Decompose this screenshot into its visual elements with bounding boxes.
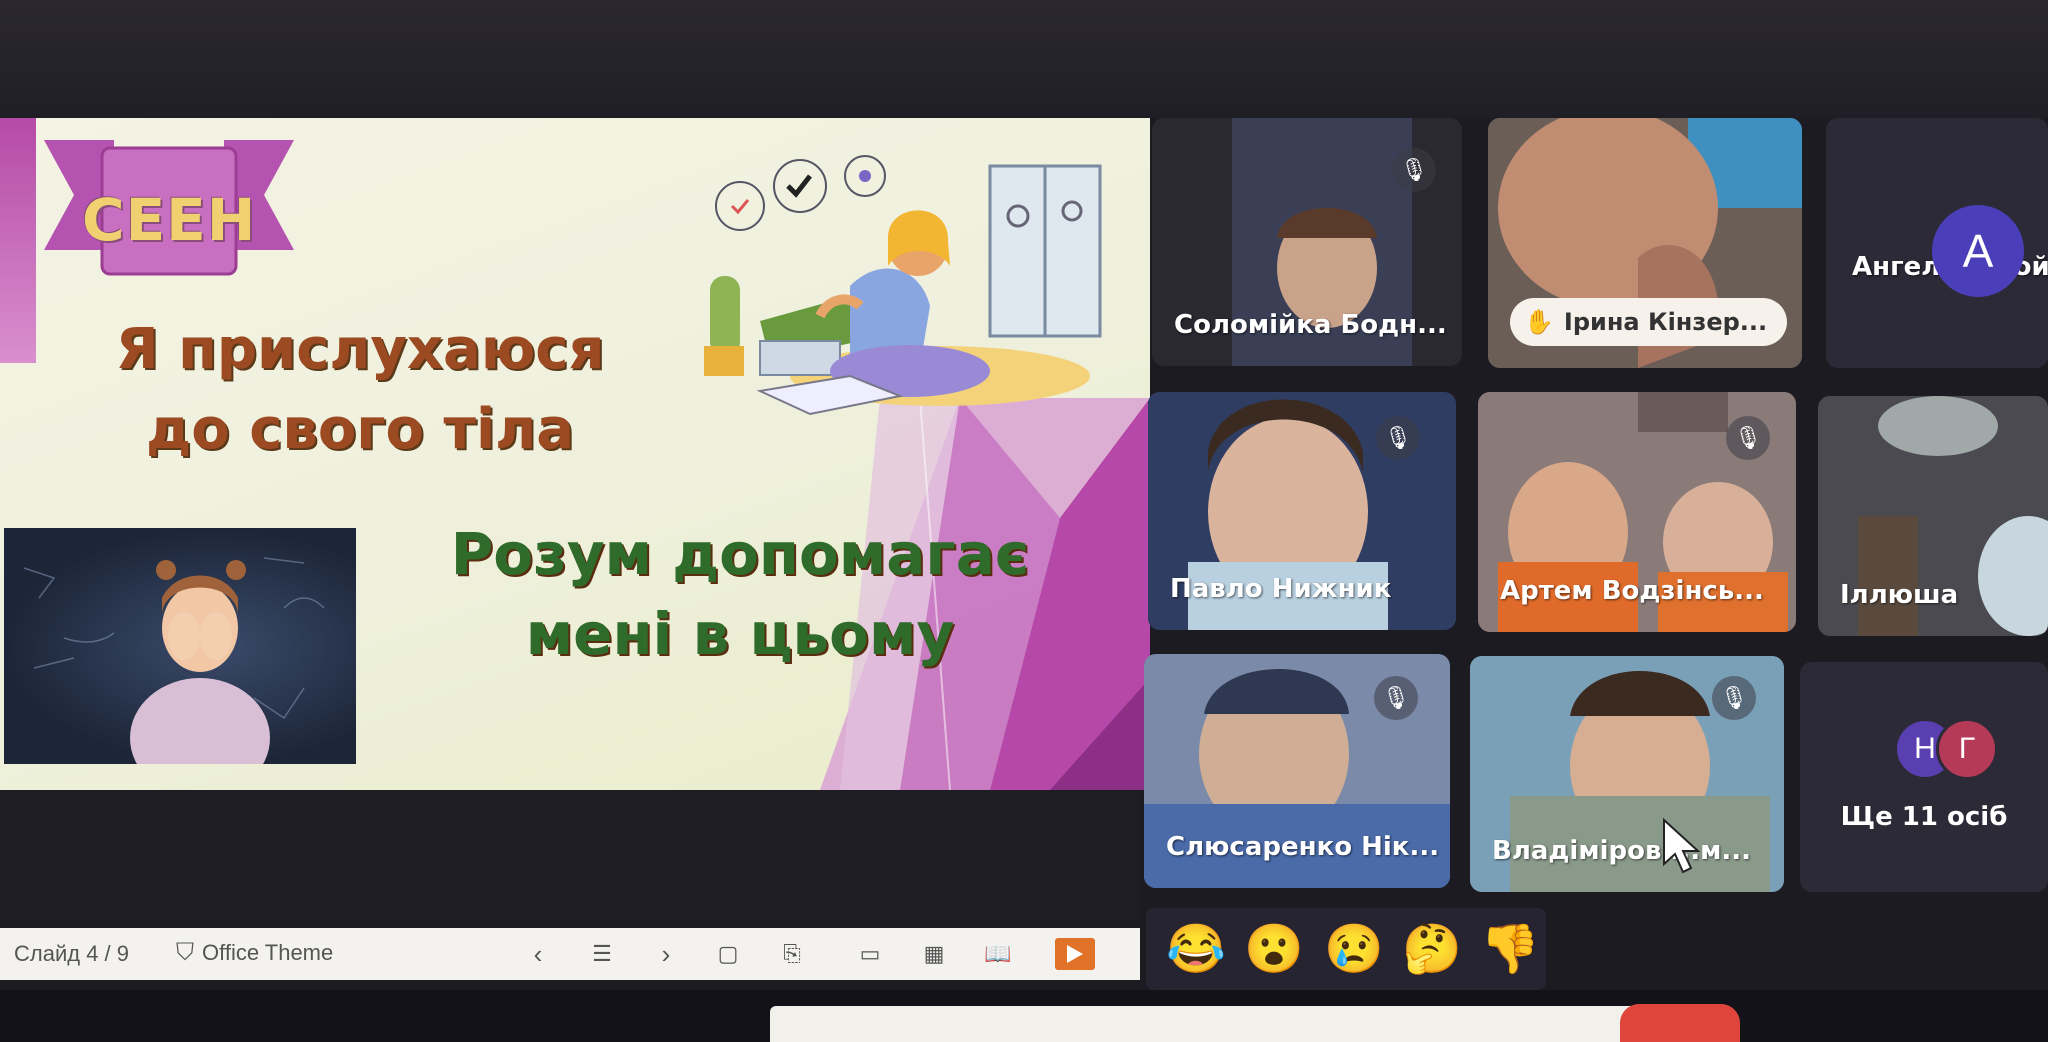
raised-hand-pill: ✋ Ірина Кінзер...	[1510, 298, 1788, 346]
participant-name: Артем Водзінсь...	[1500, 576, 1764, 606]
participant-tile[interactable]: 🎙 Артем Водзінсь...	[1478, 392, 1796, 632]
mic-off-icon: 🎙	[1734, 425, 1762, 450]
surprised-emoji-button[interactable]: 😮	[1244, 922, 1304, 978]
panel-icon: ▭	[859, 941, 881, 966]
bottom-panel	[770, 1006, 1720, 1042]
present-button[interactable]: ⎘	[776, 938, 808, 970]
slide-toolbar: Слайд 4 / 9 ⛉ Office Theme ‹ ☰ › ▢ ⎘ ▭ ▦…	[0, 928, 1140, 980]
top-dark-band	[0, 0, 2048, 118]
previous-slide-button[interactable]: ‹	[522, 938, 554, 970]
participant-tile[interactable]: 🎙 Павло Нижник	[1148, 392, 1456, 630]
participant-tile[interactable]: 🎙 Владіміров ...м...	[1470, 656, 1784, 892]
laughing-emoji-button[interactable]: 😂	[1166, 922, 1226, 978]
thinking-emoji-button[interactable]: 🤔	[1402, 922, 1462, 978]
meditation-illustration	[704, 155, 1102, 416]
girl-covering-eyes-photo	[4, 528, 356, 764]
theme-button[interactable]: ⛉ Office Theme	[176, 939, 333, 967]
grid-view-button[interactable]: ▦	[918, 938, 950, 970]
participant-tile[interactable]: Іллюша	[1818, 396, 2048, 636]
muted-indicator: 🎙	[1712, 676, 1756, 720]
reader-icon: 📖	[984, 941, 1012, 966]
muted-indicator: 🎙	[1376, 416, 1420, 460]
mic-off-icon: 🎙	[1400, 157, 1428, 182]
reactions-bar: 😂 😮 😢 🤔 👎	[1146, 908, 1546, 990]
thumbs-down-emoji-button[interactable]: 👎	[1480, 922, 1540, 978]
slide-counter: Слайд 4 / 9	[14, 941, 130, 966]
muted-indicator: 🎙	[1726, 416, 1770, 460]
chevron-right-icon: ›	[661, 938, 671, 969]
slide-title-line-1: Я прислухаюся	[115, 317, 605, 382]
mic-off-icon: 🎙	[1720, 685, 1748, 710]
reading-view-button[interactable]: 📖	[982, 938, 1014, 970]
outline-button[interactable]: ☰	[586, 938, 618, 970]
outline-icon: ☰	[592, 941, 612, 966]
participant-name: Павло Нижник	[1170, 574, 1392, 604]
slide-subtitle-line-1: Розум допомагає	[450, 520, 1030, 588]
presentation-background	[0, 790, 1140, 920]
more-participants-tile[interactable]: Н Г Ще 11 осіб	[1800, 662, 2048, 892]
leave-call-button[interactable]	[1620, 1004, 1740, 1042]
muted-indicator: 🎙	[1374, 676, 1418, 720]
play-icon	[1067, 945, 1083, 963]
participant-name: Слюсаренко Нік...	[1166, 832, 1440, 862]
slide-title: Я прислухаюся до свого тіла	[100, 310, 620, 470]
theme-icon: ⛉	[176, 939, 194, 966]
grid-icon: ▦	[923, 941, 945, 966]
mic-off-icon: 🎙	[1384, 425, 1412, 450]
crying-emoji-button[interactable]: 😢	[1324, 922, 1384, 978]
slide-subtitle: Розум допомагає мені в цьому	[430, 514, 1050, 674]
next-slide-button[interactable]: ›	[650, 938, 682, 970]
play-slideshow-button[interactable]	[1055, 938, 1095, 970]
mic-off-icon: 🎙	[1382, 685, 1410, 710]
participant-tile[interactable]: 🎙 Слюсаренко Нік...	[1144, 654, 1450, 888]
theme-label: Office Theme	[202, 940, 334, 965]
slide-left-accent	[0, 118, 36, 363]
notes-icon: ▢	[717, 941, 739, 966]
participant-tile[interactable]: 🎙 Соломійка Бодн...	[1152, 118, 1462, 366]
slide-subtitle-line-2: мені в цьому	[525, 600, 955, 668]
notes-button[interactable]: ▢	[712, 938, 744, 970]
participant-name: Владіміров ...м...	[1492, 836, 1751, 866]
participant-name: Іллюша	[1840, 580, 1959, 610]
normal-view-button[interactable]: ▭	[854, 938, 886, 970]
avatar: Г	[1936, 718, 1998, 780]
avatar: А	[1932, 205, 2024, 297]
participant-tile[interactable]: ✋ Ірина Кінзер...	[1488, 118, 1802, 368]
presentation-slide: CEEH Я прислухаюся до свого тіла Розум д…	[0, 118, 1150, 790]
more-participants-label: Ще 11 осіб	[1840, 802, 2008, 832]
participant-name: Соломійка Бодн...	[1174, 310, 1447, 340]
raised-hand-icon: ✋	[1524, 308, 1554, 336]
slide-title-line-2: до свого тіла	[146, 397, 574, 462]
ceeh-logo-text: CEEH	[82, 186, 257, 254]
muted-indicator: 🎙	[1392, 148, 1436, 192]
mouse-cursor-icon	[1663, 818, 1701, 874]
chevron-left-icon: ‹	[533, 938, 543, 969]
bottom-control-bar	[0, 990, 2048, 1042]
participant-name: Ірина Кінзер...	[1563, 308, 1768, 336]
present-icon: ⎘	[783, 941, 801, 966]
